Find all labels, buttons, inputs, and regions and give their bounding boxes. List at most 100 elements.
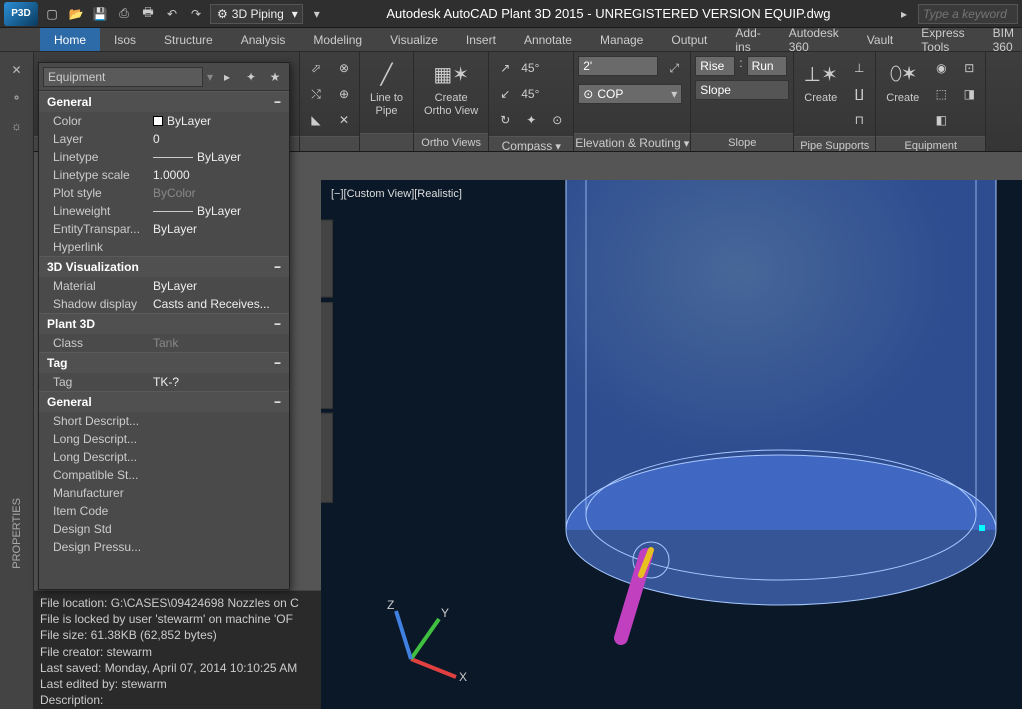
toggle-pickadd-icon[interactable]: ★ <box>265 67 285 87</box>
collapse-icon[interactable]: − <box>274 356 281 370</box>
tank-3d-model[interactable] <box>521 180 1022 690</box>
panel-elevation-routing[interactable]: Elevation & Routing ▾ <box>574 133 690 151</box>
section-tag[interactable]: Tag− <box>39 352 289 373</box>
prop-material[interactable]: MaterialByLayer <box>39 277 289 295</box>
prop-hyperlink[interactable]: Hyperlink <box>39 238 289 256</box>
search-input[interactable] <box>918 4 1018 24</box>
workspace-dropdown[interactable]: 3D Piping <box>210 4 303 24</box>
qat-more-icon[interactable]: ▾ <box>307 4 327 24</box>
route-icon[interactable]: ⤭ <box>304 82 328 106</box>
tab-output[interactable]: Output <box>657 28 721 51</box>
create-support-button[interactable]: ⊥✶ Create <box>798 56 843 107</box>
vtab-ortho-dwg[interactable]: Orthographic DWG <box>321 302 333 409</box>
compass-dir-icon[interactable]: ↙ <box>493 82 517 106</box>
prop-manufacturer[interactable]: Manufacturer <box>39 484 289 502</box>
compass-dir-icon[interactable]: ↗ <box>493 56 517 80</box>
section-general2[interactable]: General− <box>39 391 289 412</box>
tab-manage[interactable]: Manage <box>586 28 657 51</box>
prop-shadow[interactable]: Shadow displayCasts and Receives... <box>39 295 289 313</box>
tab-annotate[interactable]: Annotate <box>510 28 586 51</box>
model-viewport[interactable]: [−][Custom View][Realistic] Source Files… <box>321 180 1022 709</box>
equip-tool-icon[interactable]: ⬚ <box>929 82 953 106</box>
equip-tool-icon[interactable]: ◉ <box>929 56 953 80</box>
collapse-panel-icon[interactable]: ☼ <box>7 116 27 136</box>
compass-tool-icon[interactable]: ↻ <box>493 108 517 132</box>
pipe-icon[interactable]: ⬀ <box>304 56 328 80</box>
close-panel-icon[interactable]: ✕ <box>7 60 27 80</box>
pin-panel-icon[interactable]: ⚬ <box>7 88 27 108</box>
create-ortho-view-button[interactable]: ▦✶ Create Ortho View <box>418 56 484 120</box>
prop-design-std[interactable]: Design Std <box>39 520 289 538</box>
qat-print-icon[interactable]: 🖶 <box>138 4 158 24</box>
prop-long-desc1[interactable]: Long Descript... <box>39 430 289 448</box>
collapse-icon[interactable]: − <box>274 395 281 409</box>
prop-short-desc[interactable]: Short Descript... <box>39 412 289 430</box>
collapse-icon[interactable]: − <box>274 95 281 109</box>
tab-addins[interactable]: Add-ins <box>721 28 774 51</box>
prop-transparency[interactable]: EntityTranspar...ByLayer <box>39 220 289 238</box>
command-history[interactable]: File location: G:\CASES\09424698 Nozzles… <box>34 590 321 709</box>
section-3d-viz[interactable]: 3D Visualization− <box>39 256 289 277</box>
elev-pick-icon[interactable]: ⤢ <box>662 56 686 80</box>
search-icon[interactable]: ▸ <box>894 4 914 24</box>
equip-tool-icon[interactable]: ◧ <box>929 108 953 132</box>
tab-express[interactable]: Express Tools <box>907 28 978 51</box>
properties-list[interactable]: General− ColorByLayer Layer0 LinetypeByL… <box>39 91 289 589</box>
prop-lineweight[interactable]: LineweightByLayer <box>39 202 289 220</box>
collapse-icon[interactable]: − <box>274 317 281 331</box>
object-type-dropdown[interactable]: Equipment <box>43 67 203 87</box>
tab-vault[interactable]: Vault <box>853 28 907 51</box>
prop-compatible[interactable]: Compatible St... <box>39 466 289 484</box>
prop-long-desc2[interactable]: Long Descript... <box>39 448 289 466</box>
app-logo[interactable] <box>4 2 38 26</box>
prop-linetype-scale[interactable]: Linetype scale1.0000 <box>39 166 289 184</box>
viewport-label[interactable]: [−][Custom View][Realistic] <box>331 188 462 200</box>
compass-tool-icon[interactable]: ✦ <box>519 108 543 132</box>
section-general[interactable]: General− <box>39 91 289 112</box>
prop-layer[interactable]: Layer0 <box>39 130 289 148</box>
tab-analysis[interactable]: Analysis <box>227 28 300 51</box>
prop-design-pressure[interactable]: Design Pressu... <box>39 538 289 556</box>
grip-icon[interactable] <box>979 525 985 531</box>
tab-insert[interactable]: Insert <box>452 28 510 51</box>
tab-structure[interactable]: Structure <box>150 28 227 51</box>
qat-open-icon[interactable]: 📂 <box>66 4 86 24</box>
select-objects-icon[interactable]: ✦ <box>241 67 261 87</box>
tab-home[interactable]: Home <box>40 28 100 51</box>
prop-color[interactable]: ColorByLayer <box>39 112 289 130</box>
qat-saveas-icon[interactable]: ⎙ <box>114 4 134 24</box>
equip-tool-icon[interactable]: ◨ <box>957 82 981 106</box>
fitting-icon[interactable]: ◣ <box>304 108 328 132</box>
section-plant3d[interactable]: Plant 3D− <box>39 313 289 334</box>
support-tool-icon[interactable]: ∐ <box>847 82 871 106</box>
line-to-pipe-button[interactable]: ╱ Line to Pipe <box>364 56 409 120</box>
tab-isos[interactable]: Isos <box>100 28 150 51</box>
vtab-iso-dwg[interactable]: Isometric DWG <box>321 413 333 503</box>
prop-tag[interactable]: TagTK-? <box>39 373 289 391</box>
qat-redo-icon[interactable]: ↷ <box>186 4 206 24</box>
collapse-icon[interactable]: − <box>274 260 281 274</box>
prop-class[interactable]: ClassTank <box>39 334 289 352</box>
tab-visualize[interactable]: Visualize <box>376 28 452 51</box>
compass-tool-icon[interactable]: ⊙ <box>545 108 569 132</box>
qat-new-icon[interactable]: ▢ <box>42 4 62 24</box>
qat-undo-icon[interactable]: ↶ <box>162 4 182 24</box>
connect-icon[interactable]: ⊕ <box>332 82 356 106</box>
equip-tool-icon[interactable]: ⊡ <box>957 56 981 80</box>
vtab-source-files[interactable]: Source Files <box>321 220 333 298</box>
prop-linetype[interactable]: LinetypeByLayer <box>39 148 289 166</box>
ucs-icon[interactable]: X Y Z <box>381 599 471 689</box>
valve-icon[interactable]: ⊗ <box>332 56 356 80</box>
tab-bim360[interactable]: BIM 360 <box>979 28 1022 51</box>
break-icon[interactable]: ✕ <box>332 108 356 132</box>
tab-autodesk360[interactable]: Autodesk 360 <box>775 28 853 51</box>
qat-save-icon[interactable]: 💾 <box>90 4 110 24</box>
prop-item-code[interactable]: Item Code <box>39 502 289 520</box>
support-tool-icon[interactable]: ⊥ <box>847 56 871 80</box>
support-tool-icon[interactable]: ⊓ <box>847 108 871 132</box>
panel-compass[interactable]: Compass ▾ <box>489 136 573 151</box>
quick-select-icon[interactable]: ▸ <box>217 67 237 87</box>
cop-dropdown[interactable]: ⊙ COP <box>578 84 682 104</box>
create-equipment-button[interactable]: ⬯✶ Create <box>880 56 925 107</box>
tab-modeling[interactable]: Modeling <box>299 28 376 51</box>
